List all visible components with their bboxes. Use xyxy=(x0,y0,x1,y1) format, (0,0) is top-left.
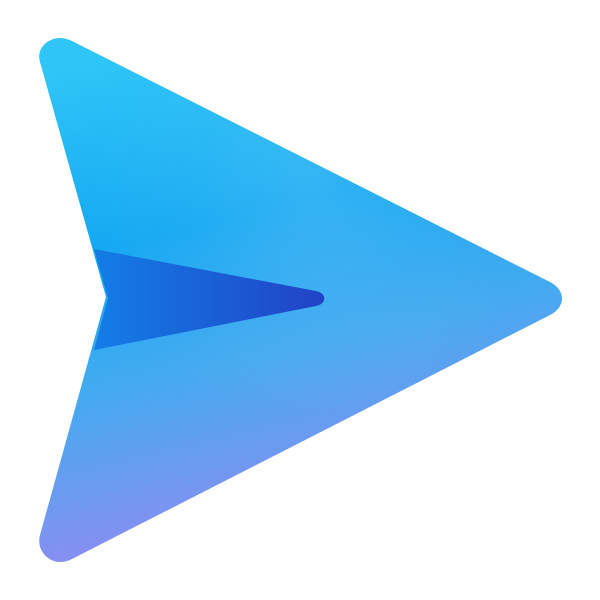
send-icon xyxy=(0,0,600,600)
icon-canvas xyxy=(0,0,600,600)
